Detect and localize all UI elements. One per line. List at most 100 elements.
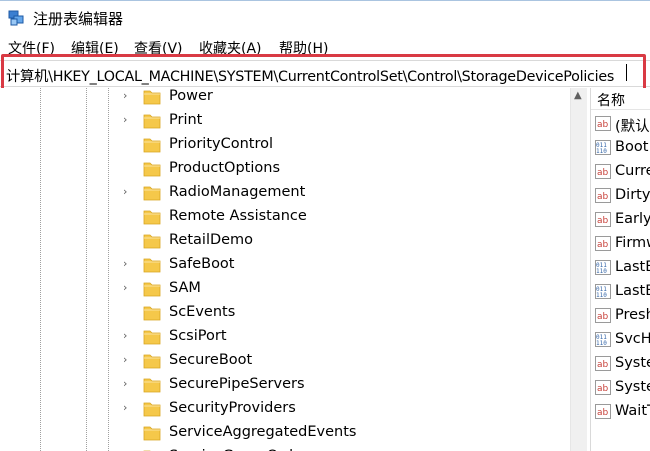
svg-text:ab: ab bbox=[597, 312, 609, 322]
tree-item[interactable]: ProductOptions bbox=[0, 157, 570, 181]
tree-item[interactable]: Remote Assistance bbox=[0, 205, 570, 229]
value-name-label: SvcHo bbox=[615, 331, 650, 347]
value-row[interactable]: 011110 LastB bbox=[591, 280, 650, 304]
tree-item[interactable]: › SecurePipeServers bbox=[0, 373, 570, 397]
expand-chevron-icon[interactable]: › bbox=[123, 114, 133, 126]
tree-item-label: SAM bbox=[169, 280, 201, 296]
values-column-header[interactable]: 名称 bbox=[591, 88, 650, 110]
tree-item-label: ProductOptions bbox=[169, 160, 281, 176]
value-row[interactable]: ab Firmw bbox=[591, 232, 650, 256]
string-value-icon: ab bbox=[595, 380, 611, 395]
folder-icon bbox=[143, 352, 161, 369]
tree-item-label: Power bbox=[169, 88, 213, 104]
tree-item[interactable]: RetailDemo bbox=[0, 229, 570, 253]
folder-icon bbox=[143, 256, 161, 273]
value-row[interactable]: ab Presh bbox=[591, 304, 650, 328]
expand-chevron-icon[interactable]: › bbox=[123, 330, 133, 342]
value-name-label: Presh bbox=[615, 307, 650, 323]
window-title: 注册表编辑器 bbox=[33, 10, 124, 28]
binary-value-icon: 011 110 bbox=[595, 332, 611, 347]
value-row[interactable]: 011110 SvcHo bbox=[591, 328, 650, 352]
title-bar: 注册表编辑器 bbox=[0, 0, 650, 34]
tree-item[interactable]: › SecureBoot bbox=[0, 349, 570, 373]
tree-item[interactable]: › Power bbox=[0, 88, 570, 109]
values-pane[interactable]: 名称 ab(默认)011110BootabCurreabDirtySabEarl… bbox=[590, 88, 650, 451]
scroll-up-arrow-icon[interactable]: ▲ bbox=[574, 90, 582, 101]
tree-item-label: PriorityControl bbox=[169, 136, 274, 152]
svg-text:110: 110 bbox=[596, 340, 607, 347]
string-value-icon: ab bbox=[595, 116, 611, 131]
string-value-icon: ab bbox=[595, 188, 611, 203]
folder-icon bbox=[143, 328, 161, 345]
expand-chevron-icon[interactable]: › bbox=[123, 90, 133, 102]
tree-item[interactable]: ›ServiceGroupOrder bbox=[0, 445, 570, 451]
expand-chevron-icon[interactable]: › bbox=[123, 258, 133, 270]
tree-item[interactable]: › Print bbox=[0, 109, 570, 133]
value-name-label: Curre bbox=[615, 163, 650, 179]
svg-text:ab: ab bbox=[597, 120, 609, 130]
string-value-icon: ab bbox=[595, 236, 611, 251]
binary-value-icon: 011 110 bbox=[595, 140, 611, 155]
value-row[interactable]: 011110 LastB bbox=[591, 256, 650, 280]
folder-icon bbox=[143, 136, 161, 153]
tree-item-label: SecureBoot bbox=[169, 352, 253, 368]
expand-chevron-icon[interactable]: › bbox=[123, 354, 133, 366]
tree-scrollbar[interactable]: ▲ bbox=[570, 88, 587, 451]
value-row[interactable]: ab WaitT bbox=[591, 400, 650, 424]
string-value-icon: ab bbox=[595, 212, 611, 227]
svg-text:110: 110 bbox=[596, 292, 607, 299]
value-row[interactable]: 011 110 Boot bbox=[591, 136, 650, 160]
expand-chevron-icon[interactable]: › bbox=[123, 186, 133, 198]
folder-icon bbox=[143, 208, 161, 225]
tree-item-label: SecurityProviders bbox=[169, 400, 296, 416]
tree-item[interactable]: ServiceAggregatedEvents bbox=[0, 421, 570, 445]
expand-chevron-icon[interactable]: › bbox=[123, 282, 133, 294]
tree-item-label: Remote Assistance bbox=[169, 208, 307, 224]
folder-icon bbox=[143, 280, 161, 297]
value-row[interactable]: ab (默认) bbox=[591, 112, 650, 136]
tree-item[interactable]: › SAM bbox=[0, 277, 570, 301]
svg-text:ab: ab bbox=[597, 360, 609, 370]
string-value-icon: ab bbox=[595, 308, 611, 323]
value-row[interactable]: ab Early bbox=[591, 208, 650, 232]
folder-icon bbox=[143, 112, 161, 129]
tree-item[interactable]: ScEvents bbox=[0, 301, 570, 325]
folder-icon bbox=[143, 160, 161, 177]
tree-item[interactable]: › SafeBoot bbox=[0, 253, 570, 277]
value-row[interactable]: ab Syste bbox=[591, 376, 650, 400]
value-name-label: Syste bbox=[615, 379, 650, 395]
folder-icon bbox=[143, 232, 161, 249]
key-tree-pane[interactable]: › Power › Print PriorityControl ProductOption… bbox=[0, 88, 590, 451]
tree-item-label: ServiceAggregatedEvents bbox=[169, 424, 357, 440]
tree-item[interactable]: PriorityControl bbox=[0, 133, 570, 157]
folder-icon bbox=[143, 88, 161, 105]
value-name-label: Early bbox=[615, 211, 650, 227]
svg-text:110: 110 bbox=[596, 148, 607, 155]
string-value-icon: ab bbox=[595, 356, 611, 371]
value-name-label: DirtyS bbox=[615, 187, 650, 203]
value-row[interactable]: ab Curre bbox=[591, 160, 650, 184]
value-row[interactable]: ab Syste bbox=[591, 352, 650, 376]
name-column-label: 名称 bbox=[597, 93, 625, 109]
tree-item[interactable]: › ScsiPort bbox=[0, 325, 570, 349]
folder-icon bbox=[143, 424, 161, 441]
value-name-label: Syste bbox=[615, 355, 650, 371]
expand-chevron-icon[interactable]: › bbox=[123, 378, 133, 390]
tree-item-label: SecurePipeServers bbox=[169, 376, 305, 392]
folder-icon bbox=[143, 400, 161, 417]
value-name-label: (默认) bbox=[615, 119, 650, 135]
tree-item-label: SafeBoot bbox=[169, 256, 235, 272]
value-row[interactable]: ab DirtyS bbox=[591, 184, 650, 208]
tree-item[interactable]: › RadioManagement bbox=[0, 181, 570, 205]
expand-chevron-icon[interactable]: › bbox=[123, 402, 133, 414]
regedit-app-icon bbox=[8, 10, 24, 26]
value-name-label: Boot bbox=[615, 139, 649, 155]
svg-text:ab: ab bbox=[597, 216, 609, 226]
binary-value-icon: 011 110 bbox=[595, 284, 611, 299]
tree-item-label: RetailDemo bbox=[169, 232, 254, 248]
svg-text:110: 110 bbox=[596, 268, 607, 275]
binary-value-icon: 011 110 bbox=[595, 260, 611, 275]
string-value-icon: ab bbox=[595, 404, 611, 419]
value-name-label: Firmw bbox=[615, 235, 650, 251]
tree-item[interactable]: › SecurityProviders bbox=[0, 397, 570, 421]
